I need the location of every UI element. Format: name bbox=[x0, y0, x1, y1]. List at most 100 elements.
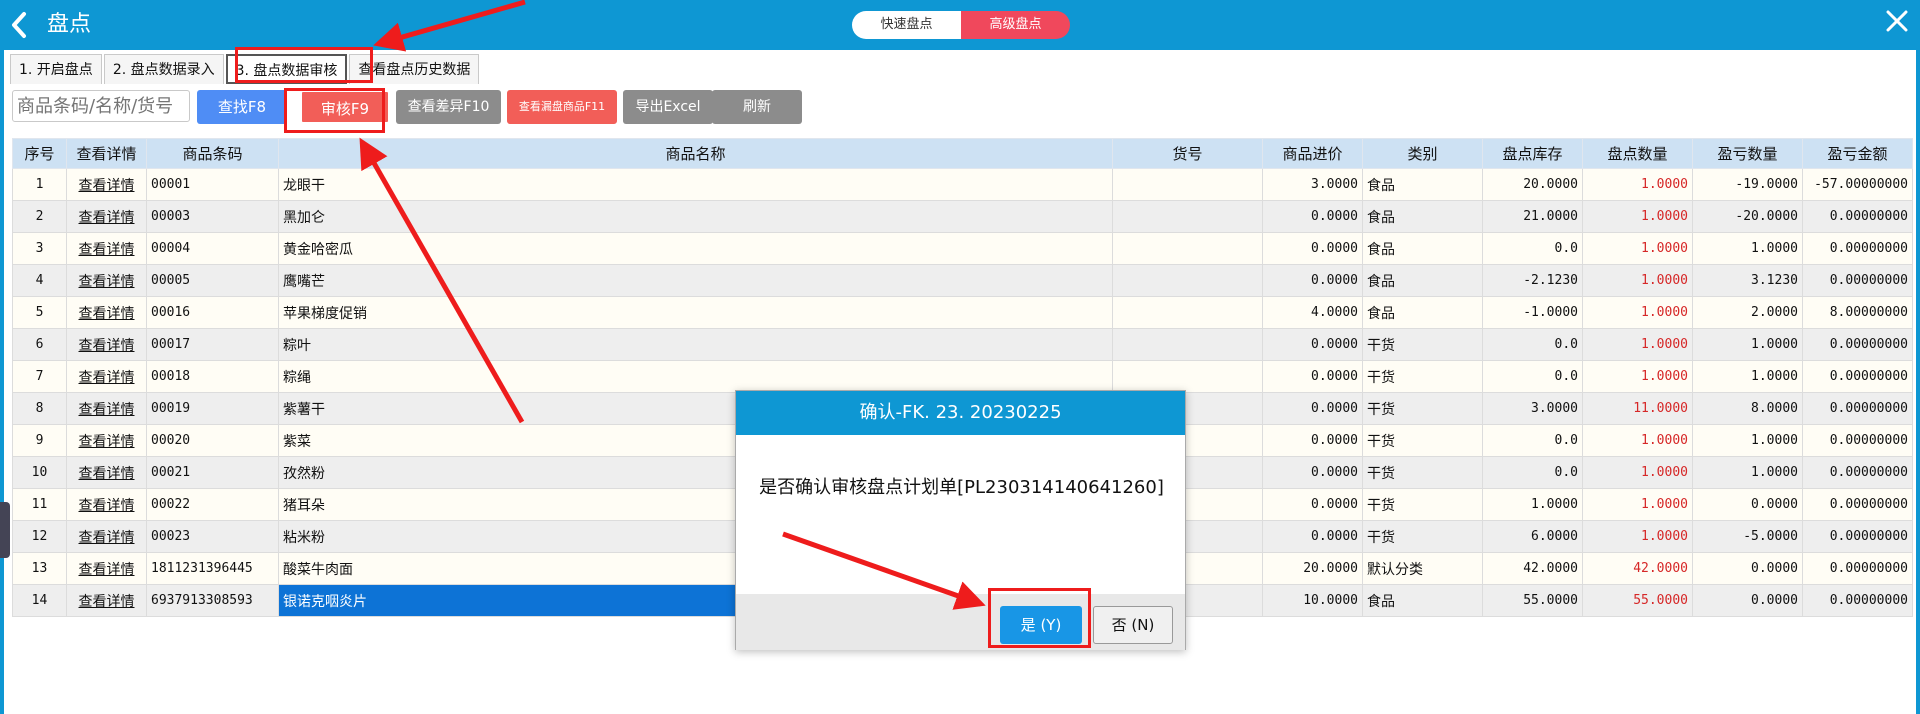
cell-stock: 0.0 bbox=[1482, 456, 1583, 489]
export-excel-button[interactable]: 导出Excel bbox=[623, 90, 713, 124]
cell-barcode: 00001 bbox=[146, 168, 279, 201]
cell-barcode: 1811231396445 bbox=[146, 552, 279, 585]
cell-category: 干货 bbox=[1362, 424, 1483, 457]
view-detail-link[interactable]: 查看详情 bbox=[66, 168, 147, 201]
confirm-no-button[interactable]: 否 (N) bbox=[1093, 606, 1173, 644]
column-header[interactable]: 货号 bbox=[1112, 138, 1263, 169]
cell-sku bbox=[1112, 264, 1263, 297]
view-detail-link[interactable]: 查看详情 bbox=[66, 360, 147, 393]
cell-stock: 6.0000 bbox=[1482, 520, 1583, 553]
cell-category: 干货 bbox=[1362, 328, 1483, 361]
confirm-yes-button[interactable]: 是 (Y) bbox=[1000, 606, 1082, 644]
table-row[interactable]: 5 查看详情 00016 苹果梯度促销 4.0000 食品 -1.0000 1.0000 2.0… bbox=[12, 296, 1913, 329]
cell-diff: 0.0000 bbox=[1692, 584, 1803, 617]
cell-amount: 0.00000000 bbox=[1802, 424, 1913, 457]
column-header[interactable]: 盘点数量 bbox=[1582, 138, 1693, 169]
cell-no: 12 bbox=[12, 520, 67, 553]
cell-no: 6 bbox=[12, 328, 67, 361]
cell-price: 0.0000 bbox=[1262, 456, 1363, 489]
view-detail-link[interactable]: 查看详情 bbox=[66, 232, 147, 265]
advanced-count-mode-button[interactable]: 高级盘点 bbox=[961, 11, 1070, 39]
cell-barcode: 00023 bbox=[146, 520, 279, 553]
table-row[interactable]: 7 查看详情 00018 粽绳 0.0000 干货 0.0 1.0000 1.0000 0.000… bbox=[12, 360, 1913, 393]
cell-barcode: 00019 bbox=[146, 392, 279, 425]
cell-count: 1.0000 bbox=[1582, 168, 1693, 201]
cell-category: 干货 bbox=[1362, 488, 1483, 521]
cell-count: 42.0000 bbox=[1582, 552, 1693, 585]
table-row[interactable]: 6 查看详情 00017 粽叶 0.0000 干货 0.0 1.0000 1.0000 0.000… bbox=[12, 328, 1913, 361]
view-detail-link[interactable]: 查看详情 bbox=[66, 264, 147, 297]
cell-stock: 0.0 bbox=[1482, 360, 1583, 393]
cell-barcode: 00005 bbox=[146, 264, 279, 297]
view-detail-link[interactable]: 查看详情 bbox=[66, 328, 147, 361]
cell-amount: 0.00000000 bbox=[1802, 360, 1913, 393]
view-detail-link[interactable]: 查看详情 bbox=[66, 424, 147, 457]
tab-data-entry[interactable]: 2. 盘点数据录入 bbox=[103, 54, 224, 84]
cell-barcode: 6937913308593 bbox=[146, 584, 279, 617]
cell-diff: 2.0000 bbox=[1692, 296, 1803, 329]
cell-price: 10.0000 bbox=[1262, 584, 1363, 617]
cell-diff: 0.0000 bbox=[1692, 552, 1803, 585]
tab-history[interactable]: 查看盘点历史数据 bbox=[349, 54, 480, 84]
view-detail-link[interactable]: 查看详情 bbox=[66, 584, 147, 617]
cell-count: 1.0000 bbox=[1582, 456, 1693, 489]
cell-no: 5 bbox=[12, 296, 67, 329]
audit-button[interactable]: 审核F9 bbox=[300, 90, 390, 124]
view-detail-link[interactable]: 查看详情 bbox=[66, 488, 147, 521]
column-header[interactable]: 盘点库存 bbox=[1482, 138, 1583, 169]
column-header[interactable]: 序号 bbox=[12, 138, 67, 169]
cell-stock: 3.0000 bbox=[1482, 392, 1583, 425]
column-header[interactable]: 商品进价 bbox=[1262, 138, 1363, 169]
cell-no: 7 bbox=[12, 360, 67, 393]
table-row[interactable]: 1 查看详情 00001 龙眼干 3.0000 食品 20.0000 1.0000 -19.00… bbox=[12, 168, 1913, 201]
cell-amount: 0.00000000 bbox=[1802, 200, 1913, 233]
view-detail-link[interactable]: 查看详情 bbox=[66, 520, 147, 553]
cell-category: 干货 bbox=[1362, 392, 1483, 425]
cell-name: 苹果梯度促销 bbox=[278, 296, 1113, 329]
cell-price: 0.0000 bbox=[1262, 200, 1363, 233]
cell-name: 粽叶 bbox=[278, 328, 1113, 361]
cell-category: 干货 bbox=[1362, 456, 1483, 489]
view-detail-link[interactable]: 查看详情 bbox=[66, 200, 147, 233]
close-icon[interactable] bbox=[1884, 8, 1910, 34]
back-icon[interactable] bbox=[6, 10, 32, 40]
view-diff-button[interactable]: 查看差异F10 bbox=[396, 90, 501, 124]
column-header[interactable]: 盈亏金额 bbox=[1802, 138, 1913, 169]
tab-start-count[interactable]: 1. 开启盘点 bbox=[10, 54, 102, 84]
cell-sku bbox=[1112, 360, 1263, 393]
view-detail-link[interactable]: 查看详情 bbox=[66, 552, 147, 585]
tab-data-audit[interactable]: 3. 盘点数据审核 bbox=[225, 54, 348, 84]
column-header[interactable]: 类别 bbox=[1362, 138, 1483, 169]
column-header[interactable]: 商品名称 bbox=[278, 138, 1113, 169]
refresh-button[interactable]: 刷新 bbox=[712, 90, 802, 124]
column-header[interactable]: 查看详情 bbox=[66, 138, 147, 169]
cell-price: 0.0000 bbox=[1262, 392, 1363, 425]
table-row[interactable]: 4 查看详情 00005 鹰嘴芒 0.0000 食品 -2.1230 1.0000 3.1230… bbox=[12, 264, 1913, 297]
search-input[interactable] bbox=[12, 90, 190, 122]
cell-barcode: 00017 bbox=[146, 328, 279, 361]
cell-amount: -57.00000000 bbox=[1802, 168, 1913, 201]
cell-no: 9 bbox=[12, 424, 67, 457]
confirm-dialog: 确认-FK. 23. 20230225 是否确认审核盘点计划单[PL230314… bbox=[735, 390, 1186, 650]
table-row[interactable]: 3 查看详情 00004 黄金哈密瓜 0.0000 食品 0.0 1.0000 1.0000 0.… bbox=[12, 232, 1913, 265]
cell-category: 食品 bbox=[1362, 584, 1483, 617]
view-detail-link[interactable]: 查看详情 bbox=[66, 392, 147, 425]
cell-no: 14 bbox=[12, 584, 67, 617]
quick-count-mode-button[interactable]: 快速盘点 bbox=[852, 11, 961, 39]
side-drag-handle[interactable] bbox=[0, 502, 10, 558]
find-button[interactable]: 查找F8 bbox=[197, 90, 287, 124]
view-detail-link[interactable]: 查看详情 bbox=[66, 456, 147, 489]
cell-amount: 0.00000000 bbox=[1802, 456, 1913, 489]
cell-count: 1.0000 bbox=[1582, 296, 1693, 329]
cell-diff: 1.0000 bbox=[1692, 328, 1803, 361]
cell-count: 1.0000 bbox=[1582, 264, 1693, 297]
column-header[interactable]: 盈亏数量 bbox=[1692, 138, 1803, 169]
column-header[interactable]: 商品条码 bbox=[146, 138, 279, 169]
cell-barcode: 00022 bbox=[146, 488, 279, 521]
cell-diff: 1.0000 bbox=[1692, 456, 1803, 489]
view-detail-link[interactable]: 查看详情 bbox=[66, 296, 147, 329]
dialog-footer: 是 (Y) 否 (N) bbox=[736, 594, 1185, 650]
cell-category: 默认分类 bbox=[1362, 552, 1483, 585]
table-row[interactable]: 2 查看详情 00003 黑加仑 0.0000 食品 21.0000 1.0000 -20.00… bbox=[12, 200, 1913, 233]
view-missing-items-button[interactable]: 查看漏盘商品F11 bbox=[507, 90, 617, 124]
